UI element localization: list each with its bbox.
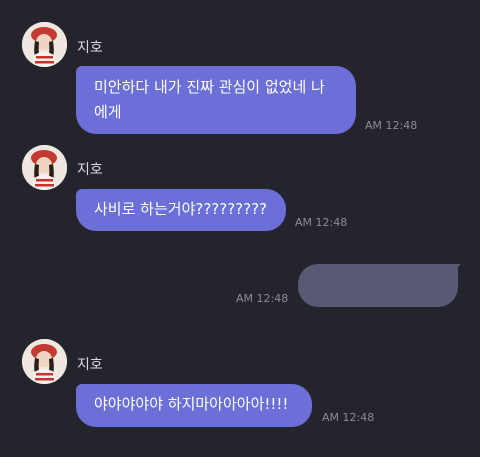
sender-name: 지호 (77, 357, 103, 373)
message-bubble[interactable]: 야야야야야 하지마아아아아!!!! (76, 384, 312, 427)
message-timestamp: AM 12:48 (236, 292, 289, 305)
message-timestamp: AM 12:48 (295, 216, 348, 229)
avatar[interactable] (22, 339, 67, 384)
avatar[interactable] (22, 145, 67, 190)
avatar[interactable] (22, 22, 67, 67)
message-text-line: 미안하다 내가 진짜 관심이 없었네 나 (94, 78, 325, 96)
message-bubble[interactable]: 미안하다 내가 진짜 관심이 없었네 나 에게 (76, 66, 356, 134)
message-bubble[interactable]: 사비로 하는거야????????? (76, 189, 286, 231)
message-text-line: 사비로 하는거야????????? (94, 200, 268, 218)
message-text-line: 야야야야야 하지마아아아아!!!! (94, 395, 289, 413)
message-bubble-redacted[interactable] (298, 264, 458, 307)
sender-name: 지호 (77, 40, 103, 56)
message-timestamp: AM 12:48 (365, 119, 418, 132)
message-timestamp: AM 12:48 (322, 411, 375, 424)
sender-name: 지호 (77, 162, 103, 178)
message-text-line: 에게 (94, 103, 122, 121)
